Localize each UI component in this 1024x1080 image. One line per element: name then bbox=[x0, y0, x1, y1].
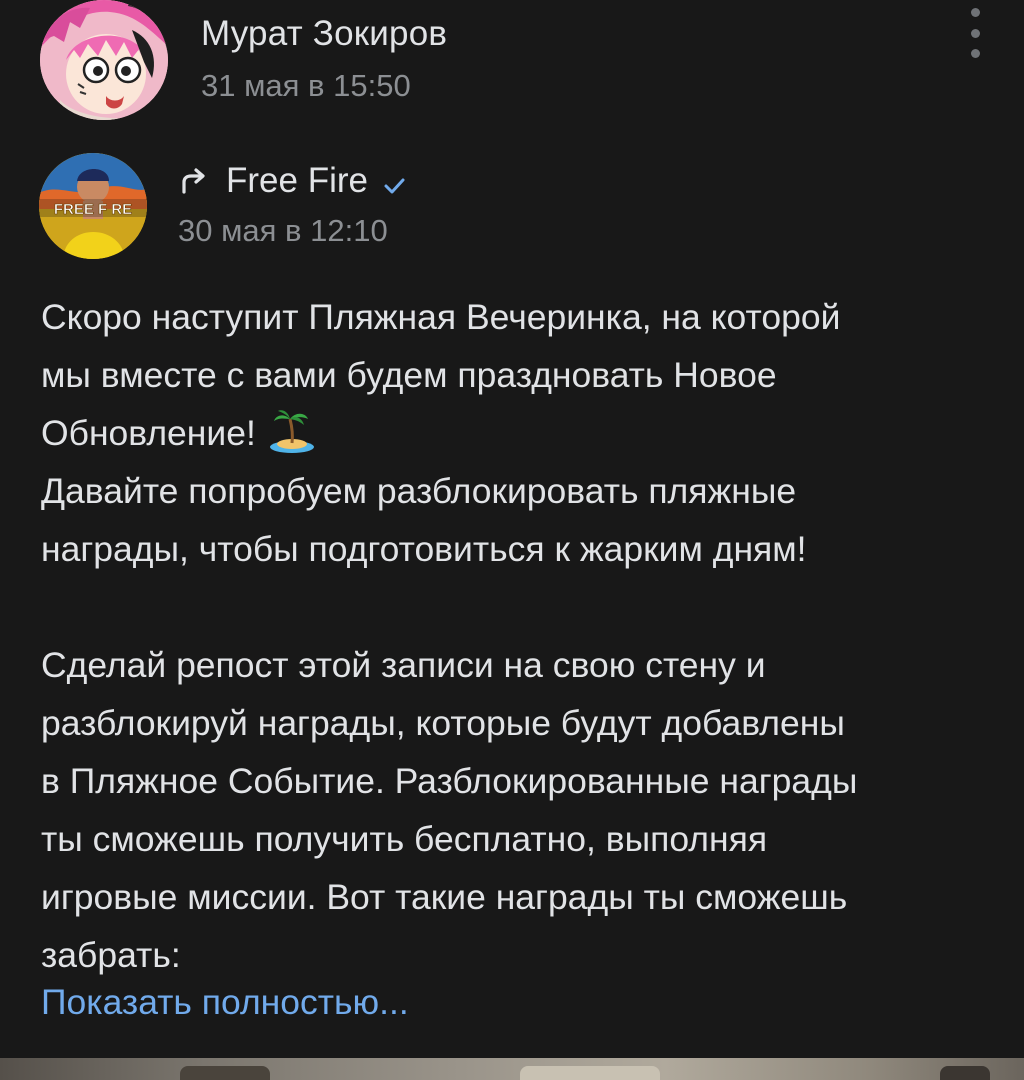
free-fire-logo-avatar-image: FREE F RE bbox=[39, 153, 147, 259]
repost-arrow-icon bbox=[182, 168, 205, 194]
text-line: разблокируй награды, которые будут добав… bbox=[41, 703, 845, 743]
image-detail bbox=[520, 1066, 660, 1080]
text-line: Сделай репост этой записи на свою стену … bbox=[41, 645, 766, 685]
author-avatar[interactable] bbox=[40, 0, 168, 120]
palm-island-emoji bbox=[269, 410, 314, 453]
dot bbox=[970, 28, 980, 38]
text-line: Давайте попробуем разблокировать пляжные bbox=[41, 471, 797, 511]
image-detail bbox=[180, 1066, 270, 1080]
text-line: в Пляжное Событие. Разблокированные нагр… bbox=[41, 761, 858, 801]
source-date[interactable]: 30 мая в 12:10 bbox=[178, 213, 388, 249]
attachment-image[interactable] bbox=[0, 1058, 1024, 1080]
image-detail bbox=[940, 1066, 990, 1080]
dot bbox=[970, 49, 980, 58]
author-name[interactable]: Мурат Зокиров bbox=[201, 14, 447, 54]
show-more-link[interactable]: Показать полностью... bbox=[41, 973, 409, 1031]
post-text: Скоро наступит Пляжная Вечеринка, на кот… bbox=[41, 288, 1001, 984]
post-date[interactable]: 31 мая в 15:50 bbox=[201, 68, 411, 104]
verified-check-icon bbox=[384, 178, 405, 194]
dot bbox=[970, 8, 980, 17]
vertical-ellipsis-icon[interactable] bbox=[958, 8, 992, 58]
text-line: мы вместе с вами будем праздновать Новое bbox=[41, 355, 777, 395]
text-line: ты сможешь получить бесплатно, выполняя bbox=[41, 819, 768, 859]
anime-character-avatar-image bbox=[40, 0, 168, 120]
source-name[interactable]: Free Fire bbox=[226, 161, 368, 201]
wall-post: Мурат Зокиров 31 мая в 15:50 FREE F RE F… bbox=[0, 0, 1024, 1080]
text-line: игровые миссии. Вот такие награды ты смо… bbox=[41, 877, 848, 917]
text-line: Обновление! bbox=[41, 413, 256, 453]
text-line-with-emoji: Обновление! bbox=[41, 404, 1001, 462]
text-line: награды, чтобы подготовиться к жарким дн… bbox=[41, 529, 807, 569]
repost-source[interactable]: Free Fire bbox=[178, 160, 406, 202]
text-line: Скоро наступит Пляжная Вечеринка, на кот… bbox=[41, 297, 841, 337]
source-avatar[interactable]: FREE F RE bbox=[39, 153, 147, 259]
source-avatar-text: FREE F RE bbox=[54, 201, 132, 218]
